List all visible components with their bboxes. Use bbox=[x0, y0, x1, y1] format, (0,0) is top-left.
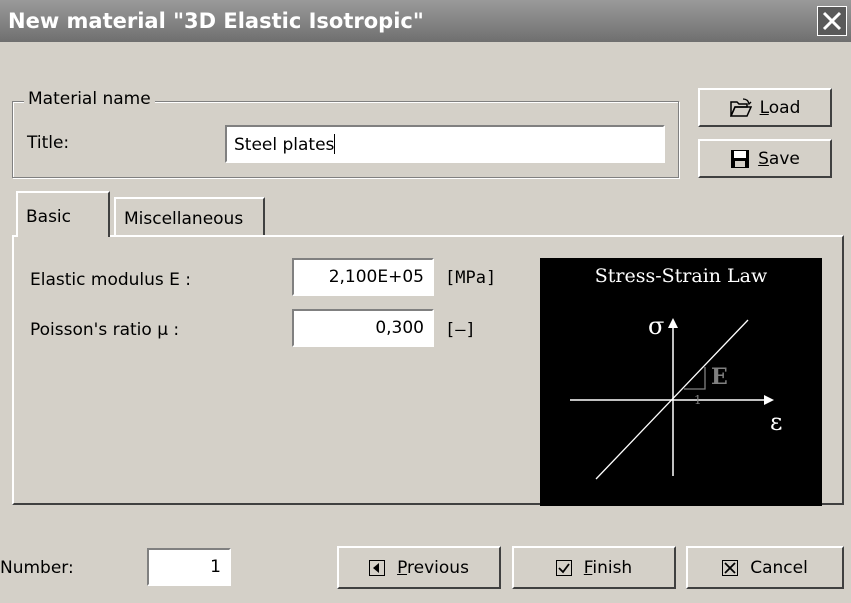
floppy-disk-icon bbox=[731, 149, 750, 168]
stress-strain-plot: Stress-Strain Law E 1 σ ε bbox=[570, 265, 782, 480]
epsilon-label: ε bbox=[770, 408, 782, 436]
text-caret bbox=[334, 134, 336, 154]
elastic-modulus-input[interactable]: 2,100E+05 bbox=[292, 258, 434, 296]
tab-basic[interactable]: Basic bbox=[16, 191, 110, 237]
slope-triangle bbox=[684, 367, 706, 390]
elastic-modulus-unit: [MPa] bbox=[445, 268, 497, 288]
close-button[interactable] bbox=[817, 6, 847, 36]
tab-basic-label: Basic bbox=[26, 207, 72, 227]
previous-label: revious bbox=[407, 557, 469, 578]
slope-unit-label: 1 bbox=[694, 393, 702, 407]
save-underline: S bbox=[758, 148, 769, 169]
arrow-left-icon bbox=[369, 559, 386, 576]
title-input-value: Steel plates bbox=[234, 135, 335, 155]
cancel-button[interactable]: Cancel bbox=[686, 546, 844, 589]
close-icon bbox=[822, 11, 842, 31]
poisson-ratio-input[interactable]: 0,300 bbox=[292, 309, 434, 347]
title-input[interactable]: Steel plates bbox=[225, 125, 665, 163]
finish-button[interactable]: Finish bbox=[512, 546, 676, 589]
number-input[interactable]: 1 bbox=[147, 548, 231, 586]
slope-label: E bbox=[711, 364, 728, 390]
finish-label: inish bbox=[592, 557, 633, 578]
load-button[interactable]: Load bbox=[698, 88, 832, 127]
tab-miscellaneous[interactable]: Miscellaneous bbox=[114, 197, 265, 237]
save-button[interactable]: Save bbox=[698, 139, 832, 178]
poisson-ratio-unit: [–] bbox=[445, 320, 476, 340]
tab-miscellaneous-label: Miscellaneous bbox=[124, 209, 244, 229]
previous-underline: P bbox=[397, 557, 408, 578]
stress-axis-arrow bbox=[668, 318, 678, 328]
close-box-icon bbox=[722, 559, 739, 576]
elastic-modulus-label: Elastic modulus E : bbox=[30, 270, 192, 290]
sigma-label: σ bbox=[648, 312, 664, 340]
save-label: ave bbox=[768, 148, 800, 169]
strain-axis-arrow bbox=[764, 395, 774, 405]
window-title: New material "3D Elastic Isotropic" bbox=[8, 9, 424, 33]
poisson-ratio-label: Poisson's ratio µ : bbox=[30, 320, 180, 340]
load-underline: L bbox=[759, 97, 769, 118]
number-label: Number: bbox=[0, 558, 74, 578]
load-label: oad bbox=[768, 97, 801, 118]
diagram-title: Stress-Strain Law bbox=[595, 265, 768, 287]
stress-strain-diagram: Stress-Strain Law E 1 σ ε bbox=[540, 258, 822, 506]
title-bar: New material "3D Elastic Isotropic" bbox=[0, 0, 851, 42]
cancel-label: Cancel bbox=[750, 557, 808, 578]
folder-open-icon bbox=[729, 97, 752, 117]
material-name-group-label: Material name bbox=[24, 89, 155, 109]
title-label: Title: bbox=[27, 133, 70, 153]
previous-button[interactable]: Previous bbox=[337, 546, 501, 589]
checkbox-check-icon bbox=[555, 559, 572, 576]
